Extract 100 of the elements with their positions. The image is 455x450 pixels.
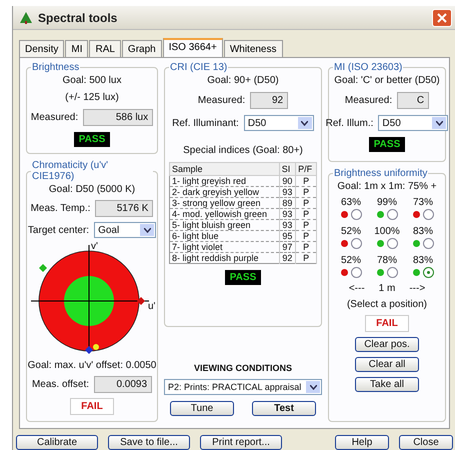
measured-field: 586 lux (83, 109, 154, 126)
radio-button[interactable] (422, 209, 434, 220)
table-cell: 2- dark greyish yellow (170, 186, 280, 198)
table-cell: P (296, 252, 316, 264)
tab[interactable]: RAL (89, 40, 121, 57)
measured-field: 92 (250, 92, 288, 109)
result-badge: FAIL (365, 315, 409, 332)
field-label: Measured: (198, 95, 246, 106)
action-button[interactable]: Tune (170, 401, 234, 416)
action-button[interactable]: Take all (355, 377, 419, 392)
table-cell: 7- light violet (170, 242, 280, 252)
radio-button[interactable] (422, 267, 434, 278)
table-cell: 90 (279, 176, 296, 186)
column-header: SI (279, 162, 296, 176)
goal-text: Goal: max. u'v' offset: 0.0050 (28, 360, 156, 371)
group-title: CRI (CIE 13) (169, 62, 228, 73)
radio-button[interactable] (422, 238, 434, 249)
radio-button[interactable] (350, 267, 362, 278)
group-title: Brightness uniformity (333, 168, 428, 179)
axis-label: u' (148, 301, 156, 312)
percent-text: 78% (376, 255, 397, 266)
field-label: Meas. Temp.: (30, 203, 90, 214)
table-cell: 93 (279, 208, 296, 220)
table-cell: 89 (279, 198, 296, 208)
illuminant-dropdown[interactable]: D50 (378, 115, 448, 131)
column-header: P/F (296, 162, 316, 176)
table-cell: 95 (279, 230, 296, 242)
goal-text: Goal: 1m x 1m: 75% + (337, 181, 437, 192)
percent-text: 52% (340, 255, 361, 266)
percent-text: 83% (412, 255, 433, 266)
table-cell: P (296, 198, 316, 208)
close-button[interactable] (432, 8, 452, 26)
measured-field: C (397, 92, 430, 109)
table-cell: 8- light reddish purple (170, 252, 280, 264)
percent-text: 63% (340, 197, 361, 208)
percent-text: 99% (376, 197, 397, 208)
close-icon (437, 12, 447, 22)
action-button[interactable]: Test (252, 401, 316, 416)
field-label: Ref. Illum.: (326, 118, 374, 128)
table-cell: 1- light greyish red (170, 176, 280, 186)
percent-text: 52% (340, 226, 361, 237)
section-title: VIEWING CONDITIONS (194, 363, 292, 373)
scale-text: <--- (348, 283, 365, 294)
hint-text: (Select a position) (346, 299, 428, 310)
table-cell: 6- light blue (170, 230, 280, 242)
table-cell: 93 (279, 220, 296, 230)
tab[interactable]: ISO 3664+ (162, 38, 223, 57)
table-cell: 4- mod. yellowish green (170, 208, 280, 220)
tolerance-text: (+/- 125 lux) (65, 92, 119, 103)
tab[interactable]: MI (65, 40, 88, 57)
result-badge: FAIL (70, 398, 114, 415)
footer-button[interactable]: Close (399, 435, 453, 450)
radio-button[interactable] (386, 209, 398, 220)
result-badge: PASS (74, 132, 110, 147)
footer-button[interactable]: Print report... (200, 435, 282, 450)
table-cell: P (296, 242, 316, 252)
action-button[interactable]: Clear all (355, 357, 419, 372)
action-button[interactable]: Clear pos. (355, 337, 419, 352)
scale-text: ---> (409, 283, 426, 294)
table-cell: P (296, 186, 316, 198)
chevron-down-icon (144, 228, 151, 232)
footer-button[interactable]: Save to file... (108, 435, 190, 450)
illuminant-dropdown[interactable]: D50 (244, 115, 314, 131)
table-cell: P (296, 208, 316, 220)
field-label: Meas. offset: (32, 379, 90, 390)
percent-text: 100% (374, 226, 400, 237)
table-cell: P (296, 220, 316, 230)
offset-field: 0.0093 (94, 376, 152, 393)
table-title: Special indices (Goal: 80+) (183, 145, 303, 156)
table-cell: P (296, 230, 316, 242)
field-label: Target center: (28, 224, 90, 236)
goal-text: Goal: 90+ (D50) (207, 75, 279, 86)
radio-button[interactable] (350, 238, 362, 249)
tab[interactable]: Graph (122, 40, 162, 57)
footer-button[interactable]: Calibrate (16, 435, 98, 450)
field-label: Measured: (30, 112, 78, 123)
percent-text: 83% (412, 226, 433, 237)
radio-button[interactable] (386, 238, 398, 249)
radio-button[interactable] (386, 267, 398, 278)
radio-button[interactable] (350, 209, 362, 220)
chevron-down-icon (310, 384, 316, 390)
table-cell: 5- light bluish green (170, 220, 280, 230)
window-title: Spectral tools (38, 10, 118, 24)
group-title: Chromaticity (u'v' CIE1976) (31, 160, 110, 182)
tab[interactable]: Density (19, 40, 64, 57)
result-badge: PASS (368, 137, 406, 152)
percent-text: 73% (412, 197, 433, 208)
temperature-field: 5176 K (95, 200, 154, 217)
table-cell: 92 (279, 252, 296, 264)
viewing-dropdown[interactable]: P2: Prints: PRACTICAL appraisal (164, 379, 322, 395)
tab[interactable]: Whiteness (224, 40, 282, 57)
footer-button[interactable]: Help (335, 435, 389, 450)
group-title: MI (ISO 23603) (333, 62, 404, 73)
field-label: Measured: (344, 95, 392, 106)
table-cell: 3- strong yellow green (170, 198, 280, 208)
table-cell: 97 (279, 242, 296, 252)
goal-text: Goal: D50 (5000 K) (48, 184, 136, 195)
chevron-down-icon (436, 120, 443, 126)
scale-text: 1 m (378, 283, 396, 294)
target-dropdown[interactable]: Goal (94, 222, 156, 238)
